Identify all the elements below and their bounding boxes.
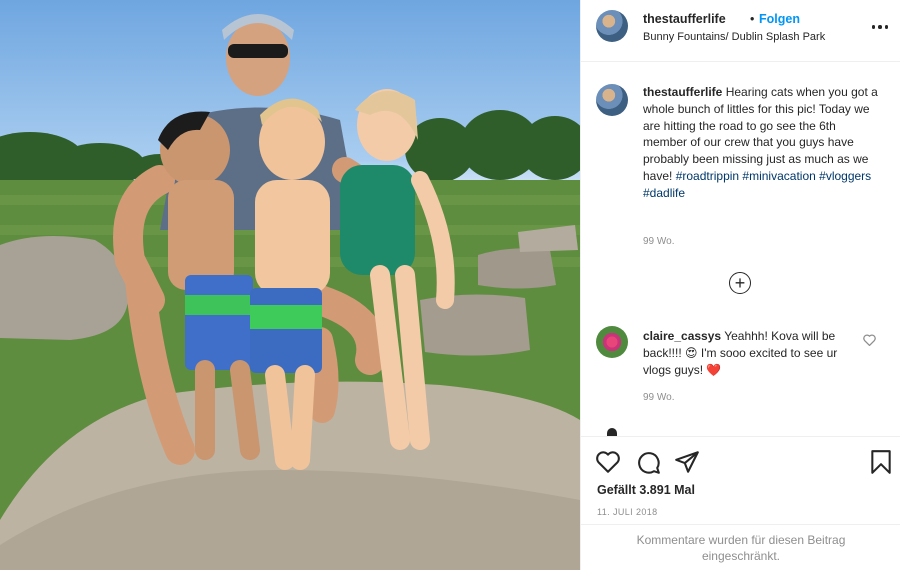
emoji-red-heart: ❤️ [706, 362, 722, 377]
hashtag-link[interactable]: #dadlife [643, 186, 685, 200]
comments-section[interactable]: thestaufferlife Hearing cats when you go… [581, 62, 900, 436]
comment-icon[interactable] [635, 449, 661, 475]
boulder-mid [420, 294, 530, 356]
save-icon[interactable] [868, 449, 894, 475]
photo-illustration [0, 14, 580, 570]
post-side-panel: thestaufferlife • Folgen Bunny Fountains… [580, 0, 900, 570]
share-icon[interactable] [674, 449, 700, 475]
more-options-icon[interactable] [869, 17, 891, 37]
hashtag-link[interactable]: #minivacation [742, 169, 815, 183]
comment-timestamp[interactable]: 99 Wo. [643, 392, 675, 403]
emoji-heart-eyes: 😍 [685, 345, 698, 360]
comment-like-icon[interactable] [863, 334, 876, 346]
next-comment-avatar [607, 428, 617, 436]
post-date[interactable]: 11. JULI 2018 [597, 507, 658, 517]
boulder-left [0, 236, 129, 340]
comment: claire_cassys Yeahhh! Kova will be back!… [643, 328, 848, 378]
follow-button[interactable]: Folgen [759, 12, 800, 26]
hashtag-link[interactable]: #roadtrippin [676, 169, 739, 183]
restricted-text: Kommentare wurden für diesen Beitrag ein… [636, 532, 846, 563]
caption-avatar[interactable] [596, 84, 628, 116]
comment-username[interactable]: claire_cassys [643, 329, 721, 343]
boulder-right [478, 248, 556, 289]
profile-avatar[interactable] [596, 10, 628, 42]
post-header: thestaufferlife • Folgen Bunny Fountains… [581, 0, 900, 62]
comment-avatar[interactable] [596, 326, 628, 358]
hashtag-link[interactable]: #vloggers [819, 169, 871, 183]
likes-count[interactable]: Gefällt 3.891 Mal [597, 483, 695, 497]
post-photo[interactable] [0, 0, 580, 570]
heart-icon[interactable] [595, 449, 621, 475]
post-actions: Gefällt 3.891 Mal 11. JULI 2018 [581, 436, 900, 524]
load-more-comments-button[interactable]: + [729, 272, 751, 294]
header-username[interactable]: thestaufferlife [643, 12, 726, 26]
caption-timestamp[interactable]: 99 Wo. [643, 236, 675, 247]
plus-circle-icon: + [734, 272, 746, 293]
comments-restricted-notice: Kommentare wurden für diesen Beitrag ein… [581, 524, 900, 570]
header-separator: • [750, 12, 755, 26]
caption: thestaufferlife Hearing cats when you go… [643, 84, 883, 202]
location-link[interactable]: Bunny Fountains/ Dublin Splash Park [643, 31, 825, 43]
caption-username[interactable]: thestaufferlife [643, 85, 722, 99]
